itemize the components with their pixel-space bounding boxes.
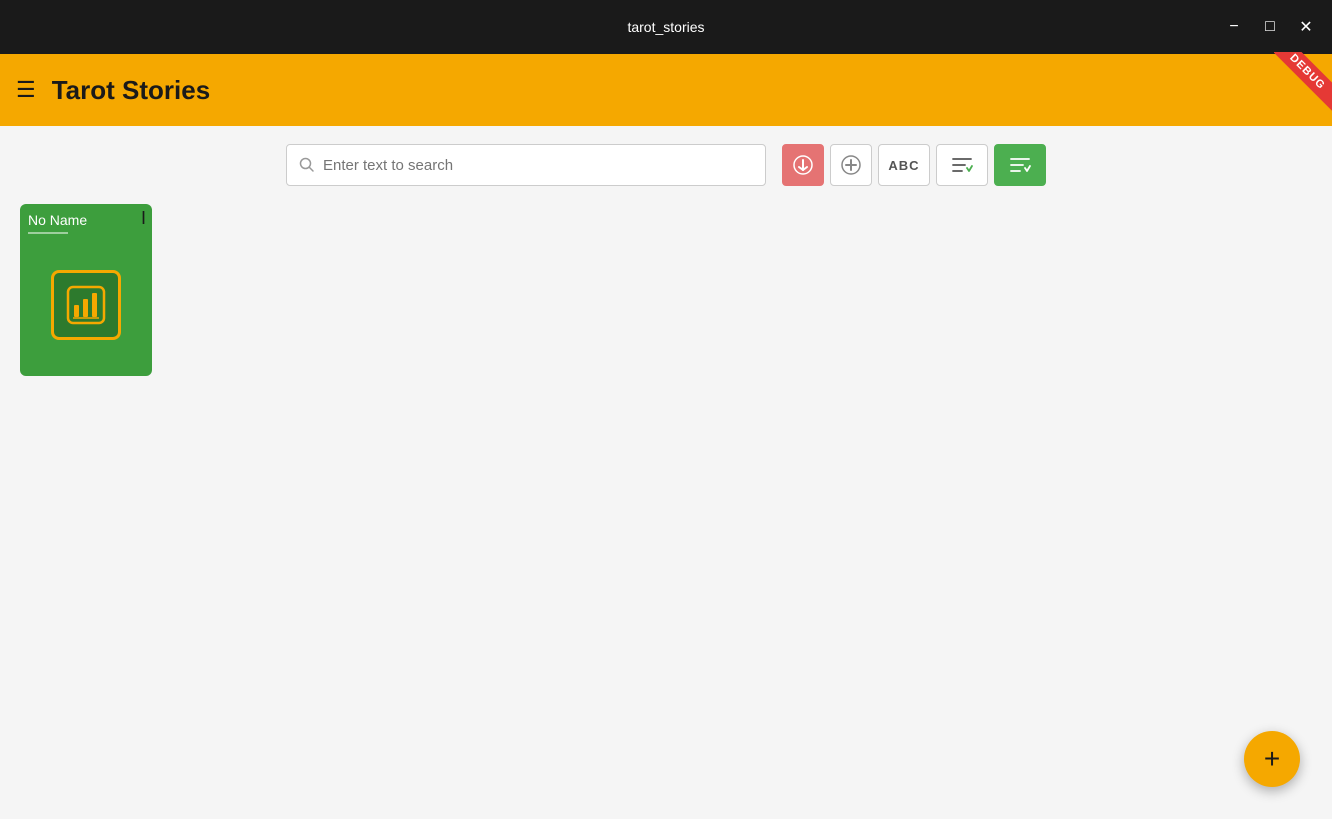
filter-button[interactable]: [936, 144, 988, 186]
check-all-button[interactable]: [994, 144, 1046, 186]
debug-badge: DEBUG: [1274, 52, 1332, 112]
cards-grid: I No Name: [0, 204, 1332, 376]
add-button[interactable]: [830, 144, 872, 186]
fab-add-button[interactable]: +: [1244, 731, 1300, 787]
minimize-button[interactable]: −: [1220, 13, 1248, 41]
search-container: [286, 144, 766, 186]
window-controls: − □ ✕: [1220, 13, 1320, 41]
maximize-button[interactable]: □: [1256, 13, 1284, 41]
menu-icon[interactable]: ☰: [16, 77, 36, 103]
titlebar: tarot_stories − □ ✕: [0, 0, 1332, 54]
app-title: Tarot Stories: [52, 75, 210, 106]
search-input[interactable]: [323, 157, 753, 174]
primary-action-button[interactable]: [782, 144, 824, 186]
bar-chart-icon: [64, 283, 108, 327]
story-card[interactable]: I No Name: [20, 204, 152, 376]
main-content: ABC: [0, 126, 1332, 819]
story-card-name: No Name: [28, 212, 87, 228]
cursor-indicator: I: [141, 208, 146, 229]
search-icon: [299, 157, 315, 173]
toolbar: ABC: [0, 126, 1332, 204]
toolbar-buttons: ABC: [782, 144, 1046, 186]
story-card-divider: [28, 232, 68, 234]
window-title: tarot_stories: [627, 19, 704, 35]
story-card-icon-box: [51, 270, 121, 340]
debug-label: DEBUG: [1274, 52, 1332, 110]
app-header: ☰ Tarot Stories DEBUG: [0, 54, 1332, 126]
story-card-icon-area: [28, 242, 144, 368]
text-format-button[interactable]: ABC: [878, 144, 930, 186]
close-button[interactable]: ✕: [1292, 13, 1320, 41]
